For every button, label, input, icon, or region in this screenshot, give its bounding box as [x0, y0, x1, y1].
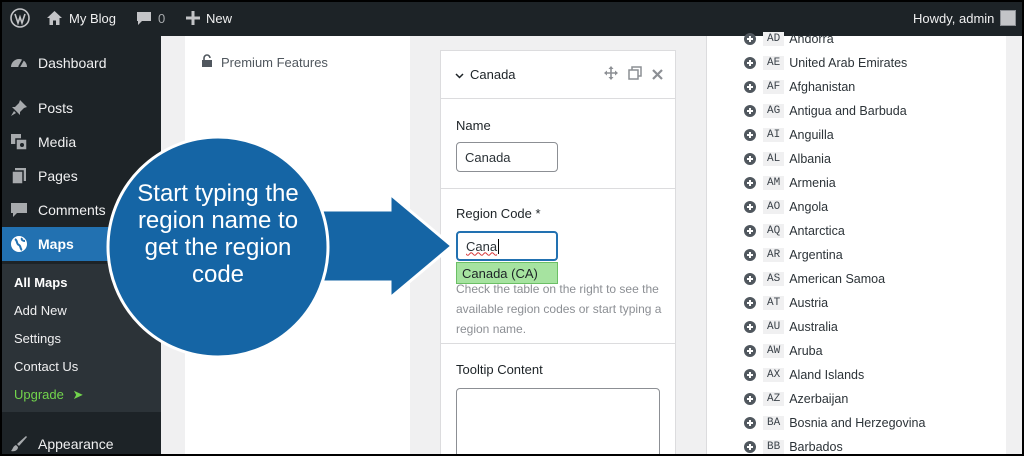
callout-text: Start typing the region name to get the …	[137, 180, 299, 288]
